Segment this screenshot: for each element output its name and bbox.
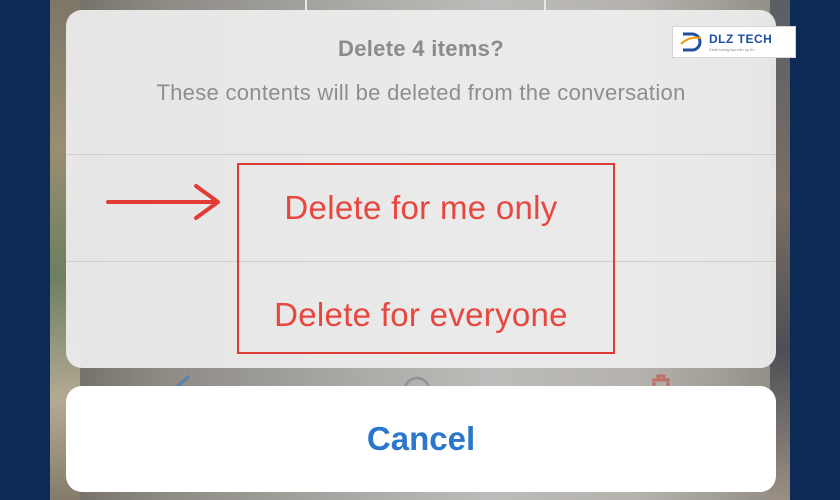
- dialog-title: Delete 4 items?: [338, 36, 504, 61]
- annotation-highlight-box: [237, 163, 615, 354]
- watermark-name: DLZ TECH: [709, 32, 773, 46]
- annotation-arrow-icon: [106, 184, 220, 220]
- watermark-slogan: Chất lượng tạo nên uy tín: [709, 47, 755, 52]
- dialog-message: These contents will be deleted from the …: [156, 80, 686, 105]
- action-sheet-header: Delete 4 items? These contents will be d…: [66, 10, 776, 154]
- dlz-logo-icon: [680, 32, 702, 52]
- watermark-logo: DLZ TECH Chất lượng tạo nên uy tín: [672, 26, 796, 58]
- cancel-button[interactable]: Cancel: [66, 386, 776, 492]
